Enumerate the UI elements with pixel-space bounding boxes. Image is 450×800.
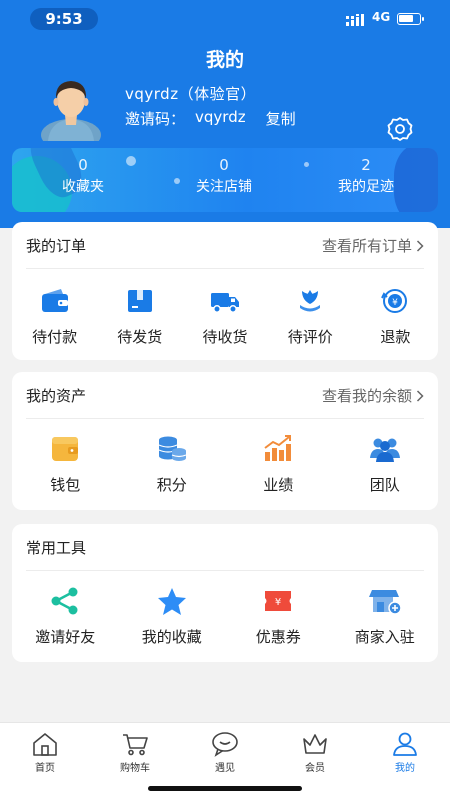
status-bar: 9:53 4G: [0, 6, 450, 30]
package-icon: [127, 290, 152, 312]
chevron-right-icon: [416, 389, 424, 402]
tools-header: 常用工具: [12, 524, 438, 571]
stat-label: 收藏夹: [62, 179, 104, 195]
refund-icon: ¥: [381, 289, 408, 313]
asset-label: 钱包: [50, 476, 81, 494]
network-type: 4G: [372, 10, 391, 24]
home-icon: [33, 733, 57, 756]
flower-icon: [300, 290, 321, 312]
order-pending-review[interactable]: 待评价: [268, 286, 353, 347]
order-label: 待发货: [117, 328, 163, 346]
assets-header: 我的资产 查看我的余额: [12, 372, 438, 419]
order-refund[interactable]: ¥ 退款: [353, 286, 438, 347]
wallet-icon: [41, 289, 68, 312]
tab-mine[interactable]: 我的: [360, 723, 450, 800]
asset-label: 团队: [369, 476, 400, 494]
invite-row: 邀请码： vqyrdz 复制: [125, 108, 296, 129]
tool-label: 邀请好友: [35, 628, 96, 646]
tool-label: 优惠券: [255, 628, 301, 646]
tab-home[interactable]: 首页: [0, 723, 90, 800]
stat-label: 我的足迹: [338, 179, 394, 195]
stat-followed-stores[interactable]: 0 关注店铺: [154, 154, 294, 198]
tab-label: 会员: [305, 763, 325, 774]
team-icon: [369, 438, 400, 462]
tool-merchant-join[interactable]: 商家入驻: [332, 586, 439, 647]
store-icon: [368, 590, 401, 615]
home-indicator: [148, 786, 302, 791]
view-all-orders-link[interactable]: 查看所有订单: [322, 235, 424, 256]
svg-text:¥: ¥: [275, 597, 281, 608]
share-icon: [51, 587, 78, 615]
orders-grid: 待付款 待发货 待收货 待评价 ¥ 退款: [12, 286, 438, 347]
assets-grid: 钱包 积分 业绩 团队: [12, 434, 438, 495]
tool-invite-friends[interactable]: 邀请好友: [12, 586, 119, 647]
settings-icon[interactable]: [387, 116, 413, 142]
tools-grid: 邀请好友 我的收藏 ¥ 优惠券 商家入驻: [12, 586, 438, 647]
stat-footprints[interactable]: 2 我的足迹: [296, 154, 436, 198]
asset-wallet[interactable]: 钱包: [12, 434, 119, 495]
wallet-icon: [52, 437, 79, 461]
cart-icon: [123, 734, 148, 756]
tool-coupons[interactable]: ¥ 优惠券: [225, 586, 332, 647]
stat-count: 2: [361, 156, 371, 174]
truck-icon: [211, 293, 239, 313]
order-pending-payment[interactable]: 待付款: [12, 286, 97, 347]
svg-text:¥: ¥: [393, 298, 399, 308]
stat-favorites[interactable]: 0 收藏夹: [13, 154, 153, 198]
asset-team[interactable]: 团队: [332, 434, 439, 495]
avatar[interactable]: [40, 75, 102, 141]
user-name: vqyrdz（体验官）: [125, 85, 257, 103]
battery-icon: [397, 13, 424, 25]
status-time: 9:53: [30, 8, 98, 30]
link-label: 查看所有订单: [321, 237, 412, 255]
stat-count: 0: [219, 156, 229, 174]
asset-label: 业绩: [263, 476, 294, 494]
star-icon: [157, 588, 186, 615]
tab-label: 购物车: [120, 763, 150, 774]
section-title: 我的资产: [26, 387, 87, 405]
user-icon: [393, 732, 417, 756]
asset-performance[interactable]: 业绩: [225, 434, 332, 495]
tab-label: 我的: [395, 763, 415, 774]
chevron-right-icon: [416, 239, 424, 252]
order-pending-shipment[interactable]: 待发货: [97, 286, 182, 347]
asset-points[interactable]: 积分: [119, 434, 226, 495]
section-title: 常用工具: [26, 539, 87, 557]
page-title: 我的: [205, 49, 244, 71]
asset-label: 积分: [156, 476, 187, 494]
chat-icon: [212, 732, 238, 757]
tab-label: 首页: [35, 763, 55, 774]
crown-icon: [303, 734, 327, 754]
coupon-icon: ¥: [265, 591, 292, 611]
orders-header: 我的订单 查看所有订单: [12, 222, 438, 269]
profile-header: 9:53 4G 我的 vqyrdz（体验官） 邀请码： vqyrdz 复制 0 …: [0, 0, 450, 228]
view-balance-link[interactable]: 查看我的余额: [322, 385, 424, 406]
tool-my-favorites[interactable]: 我的收藏: [119, 586, 226, 647]
stat-count: 0: [78, 156, 88, 174]
section-title: 我的订单: [26, 237, 87, 255]
signal-icon: [346, 14, 364, 26]
order-pending-receipt[interactable]: 待收货: [182, 286, 267, 347]
coins-icon: [158, 436, 186, 461]
link-label: 查看我的余额: [321, 387, 412, 405]
tool-label: 我的收藏: [141, 628, 202, 646]
assets-card: 我的资产 查看我的余额 钱包 积分 业绩 团队: [12, 372, 438, 510]
copy-button[interactable]: 复制: [266, 108, 296, 129]
chart-icon: [264, 435, 292, 461]
tab-label: 遇见: [215, 763, 235, 774]
invite-code: vqyrdz: [195, 108, 246, 126]
order-label: 待付款: [32, 328, 78, 346]
stat-label: 关注店铺: [196, 179, 252, 195]
order-label: 待评价: [287, 328, 333, 346]
order-label: 待收货: [202, 328, 248, 346]
tool-label: 商家入驻: [354, 628, 415, 646]
invite-label: 邀请码：: [125, 110, 186, 128]
orders-card: 我的订单 查看所有订单 待付款 待发货 待收货 待评价 ¥ 退款: [12, 222, 438, 360]
order-label: 退款: [380, 328, 411, 346]
stats-card: 0 收藏夹 0 关注店铺 2 我的足迹: [12, 148, 438, 212]
tools-card: 常用工具 邀请好友 我的收藏 ¥ 优惠券 商家入驻: [12, 524, 438, 662]
